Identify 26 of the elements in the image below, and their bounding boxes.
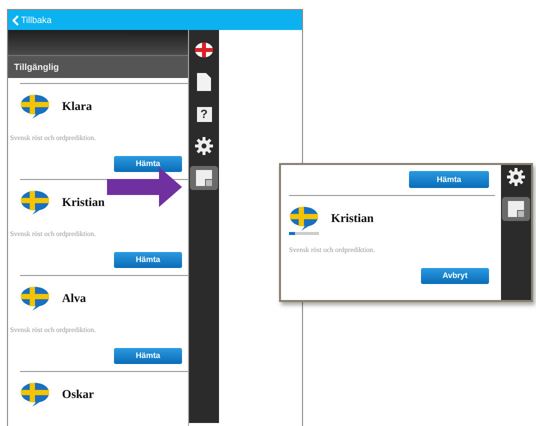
settings-icon bbox=[195, 137, 213, 155]
section-header: Tillgänglig bbox=[8, 55, 188, 78]
voice-name: Kristian bbox=[331, 211, 374, 226]
window-icon bbox=[196, 170, 212, 186]
sidebar-tab[interactable]: ? bbox=[190, 102, 218, 126]
swedish-flag-bubble-icon bbox=[20, 94, 50, 120]
window-icon bbox=[508, 201, 524, 217]
download-button[interactable]: Hämta bbox=[409, 171, 489, 188]
settings-icon bbox=[507, 168, 525, 186]
voice-name: Klara bbox=[62, 99, 92, 114]
cancel-button[interactable]: Avbryt bbox=[421, 268, 489, 284]
voice-name: Kristian bbox=[62, 195, 105, 210]
voice-name: Oskar bbox=[62, 387, 94, 402]
document-icon bbox=[197, 73, 211, 91]
swedish-flag-bubble-icon bbox=[20, 286, 50, 312]
voice-name: Alva bbox=[62, 291, 86, 306]
swedish-flag-bubble-icon bbox=[20, 190, 50, 216]
download-button[interactable]: Hämta bbox=[114, 156, 182, 172]
back-chevron-icon bbox=[12, 14, 19, 26]
help-icon: ? bbox=[196, 106, 212, 122]
download-button[interactable]: Hämta bbox=[114, 252, 182, 268]
back-button[interactable]: Tillbaka bbox=[12, 14, 52, 26]
swedish-flag-bubble-icon bbox=[289, 206, 319, 232]
uk-flag-icon bbox=[195, 42, 213, 58]
download-button[interactable]: Hämta bbox=[114, 348, 182, 364]
swedish-flag-bubble-icon bbox=[20, 382, 50, 408]
